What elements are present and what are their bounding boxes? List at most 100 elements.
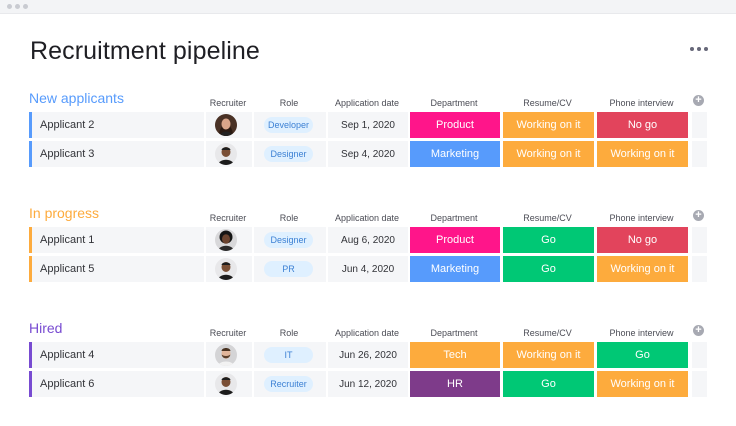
row-end-cell xyxy=(692,227,707,253)
resume-status[interactable]: Go xyxy=(503,256,594,282)
role-cell[interactable]: IT xyxy=(254,342,326,368)
department-status[interactable]: Tech xyxy=(410,342,500,368)
item-name-cell[interactable]: Applicant 6 xyxy=(29,371,204,397)
group-hired: Hired Recruiter Role Application date De… xyxy=(0,320,736,410)
column-header-department: Department xyxy=(430,328,478,338)
avatar-curly-icon xyxy=(215,229,237,251)
avatar-man-icon xyxy=(215,258,237,280)
role-tag: IT xyxy=(264,347,313,363)
avatar-bearded-icon xyxy=(215,344,237,366)
item-name-cell[interactable]: Applicant 1 xyxy=(29,227,204,253)
item-name: Applicant 4 xyxy=(40,349,95,361)
recruiter-cell[interactable] xyxy=(206,141,252,167)
item-name: Applicant 2 xyxy=(40,119,95,131)
recruiter-cell[interactable] xyxy=(206,256,252,282)
group-in-progress: In progress Recruiter Role Application d… xyxy=(0,205,736,295)
column-header-application-date: Application date xyxy=(334,98,400,108)
department-status[interactable]: HR xyxy=(410,371,500,397)
item-name-cell[interactable]: Applicant 4 xyxy=(29,342,204,368)
table-row[interactable]: Applicant 2 Developer Sep 1, 2020 Produc… xyxy=(29,112,707,138)
date-cell[interactable]: Jun 26, 2020 xyxy=(328,342,408,368)
column-header-role: Role xyxy=(279,213,299,223)
row-end-cell xyxy=(692,342,707,368)
table-row[interactable]: Applicant 1 Designer Aug 6, 2020 Product… xyxy=(29,227,707,253)
column-header-application-date: Application date xyxy=(334,213,400,223)
window-dot-icon xyxy=(7,4,12,9)
role-cell[interactable]: Developer xyxy=(254,112,326,138)
item-name-cell[interactable]: Applicant 5 xyxy=(29,256,204,282)
table-row[interactable]: Applicant 6 Recruiter Jun 12, 2020 HR Go… xyxy=(29,371,707,397)
column-header-phone-interview: Phone interview xyxy=(609,98,674,108)
row-end-cell xyxy=(692,371,707,397)
table-row[interactable]: Applicant 5 PR Jun 4, 2020 Marketing Go … xyxy=(29,256,707,282)
window-dot-icon xyxy=(23,4,28,9)
date-cell[interactable]: Jun 12, 2020 xyxy=(328,371,408,397)
application-date: Jun 4, 2020 xyxy=(341,264,395,275)
department-status[interactable]: Marketing xyxy=(410,141,500,167)
avatar-woman-icon xyxy=(215,114,237,136)
avatar-man-icon xyxy=(215,373,237,395)
phone-interview-status[interactable]: Go xyxy=(597,342,688,368)
column-header-recruiter: Recruiter xyxy=(209,328,247,338)
role-cell[interactable]: Designer xyxy=(254,227,326,253)
phone-interview-status[interactable]: No go xyxy=(597,227,688,253)
application-date: Aug 6, 2020 xyxy=(341,235,395,246)
phone-interview-status[interactable]: Working on it xyxy=(597,141,688,167)
item-name-cell[interactable]: Applicant 3 xyxy=(29,141,204,167)
column-header-department: Department xyxy=(430,98,478,108)
role-cell[interactable]: Recruiter xyxy=(254,371,326,397)
row-end-cell xyxy=(692,256,707,282)
role-tag: Designer xyxy=(264,146,313,162)
column-header-recruiter: Recruiter xyxy=(209,213,247,223)
group-new-applicants: New applicants Recruiter Role Applicatio… xyxy=(0,90,736,180)
role-tag: Designer xyxy=(264,232,313,248)
resume-status[interactable]: Go xyxy=(503,371,594,397)
resume-status[interactable]: Working on it xyxy=(503,141,594,167)
column-header-application-date: Application date xyxy=(334,328,400,338)
page-title: Recruitment pipeline xyxy=(30,37,260,65)
date-cell[interactable]: Jun 4, 2020 xyxy=(328,256,408,282)
recruiter-cell[interactable] xyxy=(206,371,252,397)
column-header-role: Role xyxy=(279,98,299,108)
date-cell[interactable]: Aug 6, 2020 xyxy=(328,227,408,253)
item-name-cell[interactable]: Applicant 2 xyxy=(29,112,204,138)
department-status[interactable]: Product xyxy=(410,227,500,253)
role-tag: Recruiter xyxy=(264,376,313,392)
phone-interview-status[interactable]: Working on it xyxy=(597,256,688,282)
table-row[interactable]: Applicant 3 Designer Sep 4, 2020 Marketi… xyxy=(29,141,707,167)
more-options-icon[interactable] xyxy=(689,44,709,54)
column-header-phone-interview: Phone interview xyxy=(609,213,674,223)
recruiter-cell[interactable] xyxy=(206,342,252,368)
group-title[interactable]: New applicants xyxy=(29,90,124,106)
resume-status[interactable]: Working on it xyxy=(503,342,594,368)
group-title[interactable]: In progress xyxy=(29,205,99,221)
item-name: Applicant 5 xyxy=(40,263,95,275)
window-dot-icon xyxy=(15,4,20,9)
add-column-icon[interactable]: + xyxy=(693,210,704,221)
column-header-resume: Resume/CV xyxy=(523,328,572,338)
row-end-cell xyxy=(692,112,707,138)
phone-interview-status[interactable]: Working on it xyxy=(597,371,688,397)
row-end-cell xyxy=(692,141,707,167)
department-status[interactable]: Product xyxy=(410,112,500,138)
recruiter-cell[interactable] xyxy=(206,112,252,138)
application-date: Sep 4, 2020 xyxy=(341,149,395,160)
table-row[interactable]: Applicant 4 IT Jun 26, 2020 Tech Working… xyxy=(29,342,707,368)
role-cell[interactable]: Designer xyxy=(254,141,326,167)
department-status[interactable]: Marketing xyxy=(410,256,500,282)
column-header-resume: Resume/CV xyxy=(523,98,572,108)
group-title[interactable]: Hired xyxy=(29,320,62,336)
resume-status[interactable]: Working on it xyxy=(503,112,594,138)
column-header-phone-interview: Phone interview xyxy=(609,328,674,338)
add-column-icon[interactable]: + xyxy=(693,95,704,106)
add-column-icon[interactable]: + xyxy=(693,325,704,336)
date-cell[interactable]: Sep 4, 2020 xyxy=(328,141,408,167)
window-title-bar xyxy=(0,0,736,14)
column-header-resume: Resume/CV xyxy=(523,213,572,223)
recruiter-cell[interactable] xyxy=(206,227,252,253)
resume-status[interactable]: Go xyxy=(503,227,594,253)
date-cell[interactable]: Sep 1, 2020 xyxy=(328,112,408,138)
role-cell[interactable]: PR xyxy=(254,256,326,282)
role-tag: PR xyxy=(264,261,313,277)
phone-interview-status[interactable]: No go xyxy=(597,112,688,138)
